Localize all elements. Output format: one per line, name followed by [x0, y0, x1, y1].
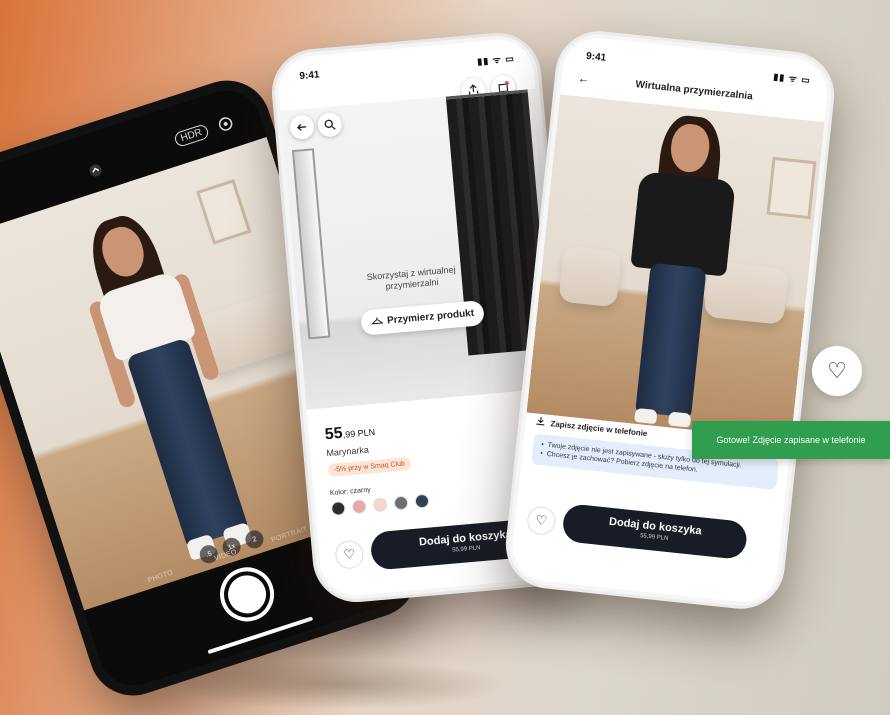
status-time: 9:41 — [585, 50, 607, 64]
status-bar: 9:41 ▮▮ ᯤ ▭ — [299, 50, 515, 83]
gear-icon[interactable] — [214, 113, 237, 136]
hdr-badge: HDR — [173, 123, 210, 148]
back-arrow-icon[interactable]: ← — [577, 71, 590, 86]
color-swatch[interactable] — [351, 499, 367, 515]
club-badge: -5% przy w Smaq Club — [327, 456, 412, 478]
shutter-button[interactable] — [213, 560, 282, 629]
color-swatch[interactable] — [393, 495, 409, 511]
status-icons: ▮▮ ᯤ ▭ — [476, 52, 516, 67]
fitting-hint: Skorzystaj z wirtualnej przymierzalni — [366, 264, 456, 292]
product-name: Marynarka — [326, 444, 370, 459]
product-price: 55,99 PLN — [324, 422, 376, 444]
hanger-icon — [370, 315, 384, 329]
wall-picture — [766, 156, 817, 220]
floating-heart-icon[interactable]: ♡ — [812, 346, 862, 396]
color-swatch[interactable] — [330, 500, 346, 517]
try-on-label: Przymierz produkt — [386, 307, 475, 327]
chevron-up-icon[interactable] — [87, 162, 105, 180]
back-arrow-icon[interactable] — [288, 114, 315, 141]
color-swatch[interactable] — [372, 497, 388, 513]
search-icon[interactable] — [316, 111, 343, 138]
favorite-heart-icon[interactable]: ♡ — [334, 539, 365, 570]
status-time: 9:41 — [299, 68, 320, 82]
result-phone: 9:41 ▮▮ ᯤ ▭ ← Wirtualna przymierzalnia Z… — [501, 26, 839, 614]
color-label: Kolor: czarny — [329, 486, 371, 498]
color-swatches — [330, 493, 430, 517]
mirror — [291, 148, 331, 340]
try-on-result-photo — [526, 94, 825, 441]
download-icon — [535, 416, 546, 429]
price-decimal: ,99 PLN — [342, 426, 376, 440]
result-title: Wirtualna przymierzalnia — [635, 78, 754, 102]
result-screen: 9:41 ▮▮ ᯤ ▭ ← Wirtualna przymierzalnia Z… — [509, 34, 831, 606]
marketing-stage: HDR .5 1x 2 PHOTO PORTRAIT VIDEO 9:41 ▮▮… — [0, 0, 890, 715]
saved-toast: Gotowe! Zdjęcie zapisane w telefonie — [692, 421, 890, 459]
status-icons: ▮▮ ᯤ ▭ — [772, 71, 812, 85]
color-swatch[interactable] — [414, 493, 430, 509]
favorite-heart-icon[interactable]: ♡ — [525, 505, 557, 537]
price-main: 55 — [324, 424, 344, 444]
hdr-button[interactable]: HDR — [173, 123, 210, 148]
home-indicator — [207, 616, 314, 655]
fitting-room-view: Skorzystaj z wirtualnej przymierzalni Pr… — [280, 88, 562, 410]
